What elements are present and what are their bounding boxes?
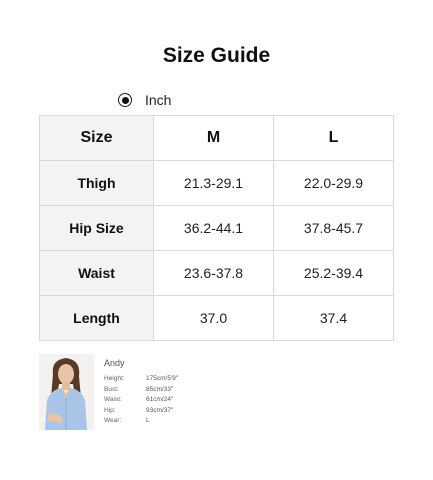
row-label-hip-size: Hip Size [39, 205, 154, 251]
unit-selector[interactable]: Inch [118, 90, 171, 110]
table-cell: 21.3-29.1 [153, 160, 274, 206]
table-row: Waist 23.6-37.8 25.2-39.4 [39, 250, 394, 296]
stat-value: 175cm/5'9" [146, 375, 179, 382]
row-label-waist: Waist [39, 250, 154, 296]
stat-row: Waist: 61cm/24" [104, 396, 178, 407]
size-table: Size M L Thigh 21.3-29.1 22.0-29.9 Hip S… [39, 115, 394, 341]
model-stats: Height: 175cm/5'9" Bust: 85cm/33" Waist:… [104, 375, 178, 428]
stat-row: Hip: 93cm/37" [104, 407, 178, 418]
stat-label: Bust: [104, 385, 119, 393]
size-m-header: M [153, 115, 274, 161]
stat-value: L [146, 417, 150, 424]
stat-label: Hip: [104, 406, 116, 414]
row-label-length: Length [39, 295, 154, 341]
radio-selected-dot [121, 96, 129, 104]
size-l-header: L [273, 115, 394, 161]
table-cell: 22.0-29.9 [273, 160, 394, 206]
stat-value: 93cm/37" [146, 406, 174, 414]
table-cell: 36.2-44.1 [153, 205, 274, 251]
model-name: Andy [104, 358, 125, 368]
table-header-row: Size M L [39, 115, 394, 161]
table-row: Length 37.0 37.4 [39, 295, 394, 341]
table-cell: 37.8-45.7 [273, 205, 394, 251]
table-cell: 37.0 [153, 295, 274, 341]
table-cell: 23.6-37.8 [153, 250, 274, 296]
inch-radio-button[interactable] [118, 93, 132, 107]
table-row: Hip Size 36.2-44.1 37.8-45.7 [39, 205, 394, 251]
model-info-card: Andy Height: 175cm/5'9" Bust: 85cm/33" W… [39, 354, 199, 432]
stat-label: Wear: [104, 417, 122, 424]
stat-value: 61cm/24" [146, 396, 174, 403]
stat-label: Height: [104, 375, 125, 382]
stat-value: 85cm/33" [146, 385, 174, 393]
unit-label: Inch [145, 92, 172, 108]
table-cell: 25.2-39.4 [273, 250, 394, 296]
row-label-thigh: Thigh [39, 160, 154, 206]
stat-row: Bust: 85cm/33" [104, 386, 178, 397]
page-title: Size Guide [162, 44, 271, 67]
size-column-header: Size [39, 115, 154, 161]
stat-row: Height: 175cm/5'9" [104, 375, 178, 386]
table-row: Thigh 21.3-29.1 22.0-29.9 [39, 160, 394, 206]
table-cell: 37.4 [273, 295, 394, 341]
model-photo [39, 354, 94, 430]
stat-row: Wear: L [104, 417, 178, 428]
stat-label: Waist: [104, 396, 122, 403]
